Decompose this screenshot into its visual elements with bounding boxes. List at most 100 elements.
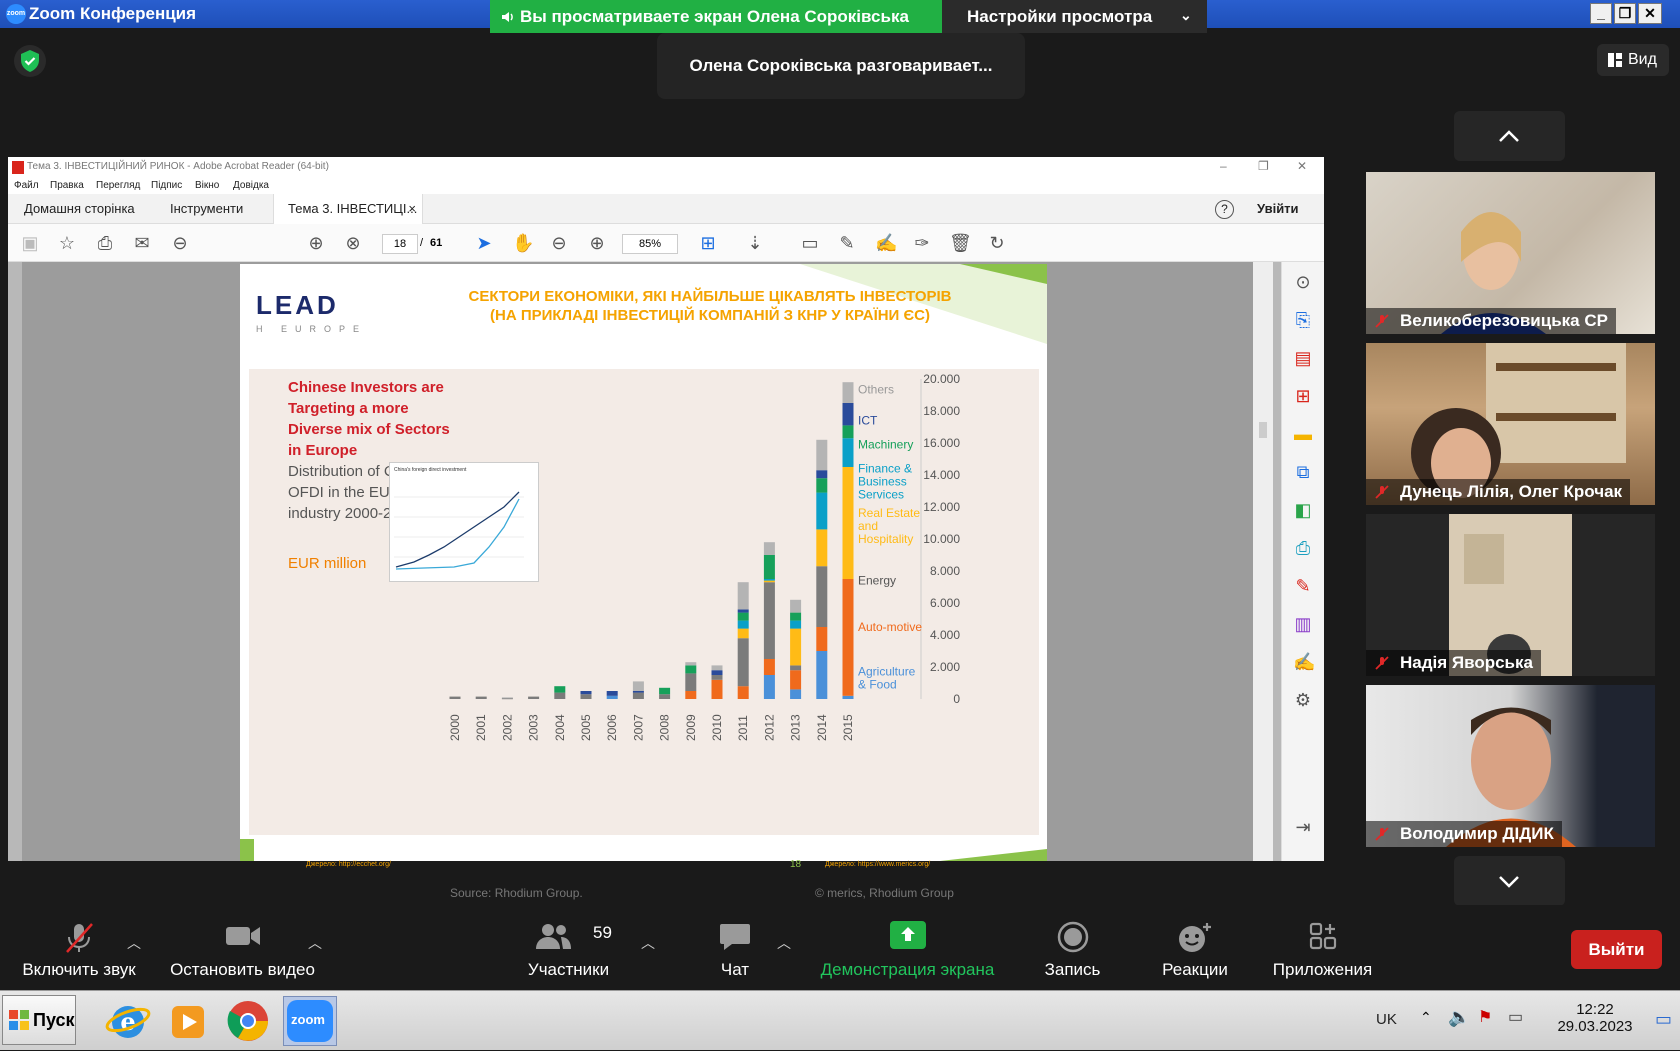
video-tile[interactable]: Надія Яворська (1366, 514, 1655, 676)
acrobat-minimize-button[interactable]: – (1220, 159, 1227, 173)
show-desktop-icon[interactable]: ▭ (1655, 1009, 1672, 1030)
page-number-input[interactable]: 18 (382, 234, 418, 254)
comment-icon[interactable]: ▭ (800, 233, 820, 253)
slide-copyright: © merics, Rhodium Group (815, 886, 954, 900)
search-icon[interactable]: ⊙ (1293, 272, 1313, 292)
menu-view[interactable]: Перегляд (96, 180, 140, 191)
language-indicator[interactable]: UK (1376, 1011, 1397, 1028)
view-button[interactable]: Вид (1597, 44, 1669, 76)
audio-options-caret[interactable]: ︿ (127, 933, 141, 953)
unmute-label: Включить звук (22, 960, 136, 979)
hand-icon[interactable]: ✋ (512, 233, 534, 253)
presentation-slide: LEAD H EUROPE СЕКТОРИ ЕКОНОМІКИ, ЯКІ НАЙ… (240, 264, 1047, 900)
export-pdf-icon[interactable]: ⎘ (1293, 310, 1313, 330)
zoom-out-icon[interactable]: ⊖ (549, 233, 569, 253)
reactions-icon (1179, 923, 1211, 952)
protect-icon[interactable]: ▥ (1293, 614, 1313, 634)
sign-in-link[interactable]: Увійти (1257, 194, 1299, 224)
tab-close-icon[interactable]: × (408, 194, 416, 224)
help-icon[interactable]: ? (1215, 194, 1235, 224)
encryption-shield-icon[interactable] (14, 45, 46, 77)
bar-segment (685, 691, 697, 699)
star-icon[interactable]: ☆ (57, 233, 77, 253)
y-tick-label: 2.000 (930, 660, 960, 674)
trash-icon[interactable]: 🗑 (949, 233, 972, 253)
comment-panel-icon[interactable]: ▬ (1293, 424, 1313, 444)
internet-explorer-icon[interactable]: e (103, 996, 157, 1046)
zoom-taskbar-icon[interactable]: zoom (283, 996, 337, 1046)
chevron-up-icon (1499, 130, 1519, 142)
combine-files-icon[interactable]: ⧉ (1293, 462, 1313, 482)
bar-segment (842, 695, 854, 699)
tray-expand-icon[interactable]: ⌃ (1420, 1009, 1432, 1026)
zoom-in-icon[interactable]: ⊕ (587, 233, 607, 253)
bar-segment (763, 659, 775, 675)
bar-segment (790, 665, 802, 671)
scroll-down-button[interactable] (1454, 856, 1565, 906)
tab-document[interactable]: Тема 3. ІНВЕСТИЦІ... × (273, 194, 423, 224)
pdf-icon (12, 161, 24, 174)
close-button[interactable]: ✕ (1638, 3, 1662, 24)
action-center-icon[interactable]: ⚑ (1478, 1007, 1492, 1027)
clock[interactable]: 12:22 29.03.2023 (1550, 1001, 1640, 1035)
menu-sign[interactable]: Підпис (151, 180, 182, 191)
create-pdf-icon[interactable]: ⊞ (1293, 386, 1313, 406)
page-up-icon[interactable]: ⊕ (306, 233, 326, 253)
collapse-panel-icon[interactable]: ⇥ (1293, 817, 1313, 837)
mic-muted-icon (1375, 314, 1389, 328)
mic-muted-icon (1375, 485, 1389, 499)
participants-options-caret[interactable]: ︿ (641, 933, 655, 953)
bar-segment (763, 582, 775, 659)
tab-tools[interactable]: Інструменти (170, 194, 243, 224)
print-icon[interactable]: ⎙ (95, 233, 115, 253)
minimize-button[interactable]: _ (1590, 3, 1612, 24)
more-tools-icon[interactable]: ⚙ (1293, 690, 1313, 710)
video-options-caret[interactable]: ︿ (308, 933, 322, 953)
scroll-thumb[interactable] (1259, 422, 1267, 438)
video-tile[interactable]: Великоберезовицька СР (1366, 172, 1655, 334)
save-icon[interactable]: ▣ (20, 233, 40, 253)
acrobat-restore-button[interactable]: ❐ (1258, 159, 1269, 173)
video-tile[interactable]: Дунець Лілія, Олег Крочак (1366, 343, 1655, 505)
view-settings-dropdown[interactable]: Настройки просмотра ⌄ (942, 0, 1207, 33)
fit-page-icon[interactable]: ⊞ (698, 233, 718, 253)
rotate-icon[interactable]: ↻ (987, 233, 1007, 253)
sign-icon[interactable]: ✑ (912, 233, 932, 253)
slide-footer-bg (240, 839, 1047, 861)
volume-icon[interactable]: 🔈 (1448, 1007, 1470, 1028)
chrome-icon[interactable] (223, 996, 277, 1046)
zoom-level-select[interactable]: 85% (622, 234, 678, 254)
bar-segment (554, 692, 566, 699)
select-cursor-icon[interactable]: ➤ (474, 233, 494, 253)
video-tile[interactable]: Володимир ДІДИК (1366, 685, 1655, 847)
vertical-scrollbar[interactable] (1253, 262, 1273, 861)
menu-help[interactable]: Довідка (233, 180, 269, 191)
chat-options-caret[interactable]: ︿ (777, 933, 791, 953)
start-button[interactable]: Пуск (2, 995, 76, 1045)
leave-button[interactable]: Выйти (1571, 930, 1662, 969)
draw-icon[interactable]: ✍ (875, 233, 897, 253)
fill-sign-icon[interactable]: ✎ (1293, 576, 1313, 596)
tab-home[interactable]: Домашня сторінка (24, 194, 135, 224)
media-player-icon[interactable] (163, 996, 217, 1046)
scan-icon[interactable]: ⎙ (1293, 538, 1313, 558)
organize-pages-icon[interactable]: ▤ (1293, 348, 1313, 368)
network-icon[interactable]: ▭ (1508, 1007, 1523, 1027)
scroll-up-button[interactable] (1454, 111, 1565, 161)
scroll-mode-icon[interactable]: ⇣ (745, 233, 765, 253)
menu-file[interactable]: Файл (14, 180, 39, 191)
request-sign-icon[interactable]: ✍ (1293, 652, 1315, 672)
maximize-button[interactable]: ❐ (1614, 3, 1636, 24)
highlight-icon[interactable]: ✎ (837, 233, 857, 253)
menu-window[interactable]: Вікно (195, 180, 219, 191)
acrobat-close-button[interactable]: ✕ (1297, 159, 1307, 173)
menu-edit[interactable]: Правка (50, 180, 84, 191)
slide-link-left[interactable]: Джерело: http://ecchet.org/ (306, 861, 391, 868)
edit-pdf-icon[interactable]: ◧ (1293, 500, 1313, 520)
bar-segment (606, 691, 618, 696)
zoom-out-search-icon[interactable]: ⊖ (170, 233, 190, 253)
y-tick-label: 12.000 (923, 500, 960, 514)
mail-icon[interactable]: ✉ (132, 233, 152, 253)
page-down-icon[interactable]: ⊗ (343, 233, 363, 253)
slide-link-right[interactable]: Джерело: https://www.merics.org/ (825, 861, 930, 868)
